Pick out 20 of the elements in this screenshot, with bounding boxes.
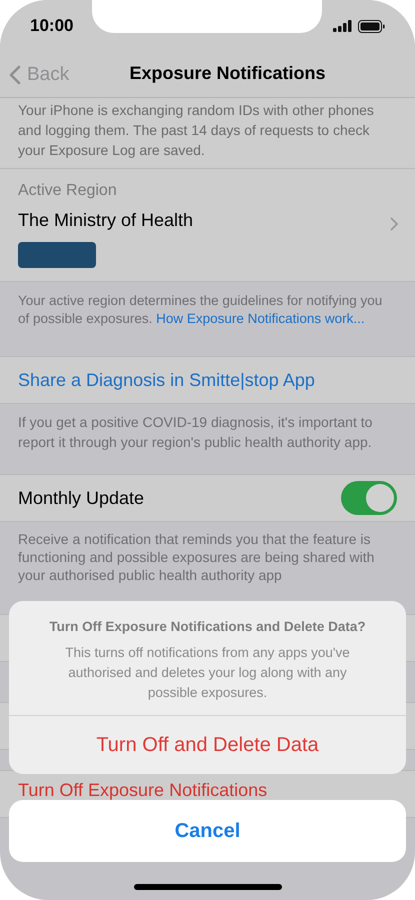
signal-icon bbox=[333, 20, 353, 32]
sheet-message: This turns off notifications from any apps you've authorised and deletes your log along with any possible exposures. bbox=[64, 644, 351, 702]
chevron-right-icon bbox=[390, 216, 399, 230]
help-link[interactable]: How Exposure Notifications work... bbox=[156, 311, 365, 326]
sheet-title: Turn Off Exposure Notifications and Delete Data? bbox=[49, 618, 366, 636]
toggle-switch[interactable] bbox=[341, 481, 397, 515]
chevron-left-icon bbox=[9, 65, 21, 86]
section-label: Active Region bbox=[18, 181, 117, 201]
page-title: Exposure Notifications bbox=[129, 62, 326, 85]
cancel-button[interactable]: Cancel bbox=[9, 800, 406, 862]
battery-icon bbox=[358, 20, 385, 32]
status-time: 10:00 bbox=[30, 15, 74, 38]
back-button[interactable]: Back bbox=[9, 61, 70, 90]
share-footer-text: If you get a positive COVID-19 diagnosis, it's important to report it through your region's public health authority app. bbox=[18, 413, 374, 452]
intro-text: Your iPhone is exchanging random IDs with other phones and logging them. The past 14 days of requests to check your Exposure Log are saved. bbox=[18, 101, 375, 160]
region-footer-text: Your active region determines the guidelines for notifying you of possible exposures. How Exposure Notifications work... bbox=[18, 292, 384, 328]
monthly-update-label: Monthly Update bbox=[18, 486, 144, 510]
region-name[interactable]: The Ministry of Health bbox=[18, 207, 194, 234]
delete-data-button[interactable]: Turn Off and Delete Data bbox=[9, 716, 406, 774]
monthly-footer-text: Receive a notification that reminds you that the feature is functioning and possible exposures are being shared with your authorised public health authority app bbox=[18, 530, 376, 584]
